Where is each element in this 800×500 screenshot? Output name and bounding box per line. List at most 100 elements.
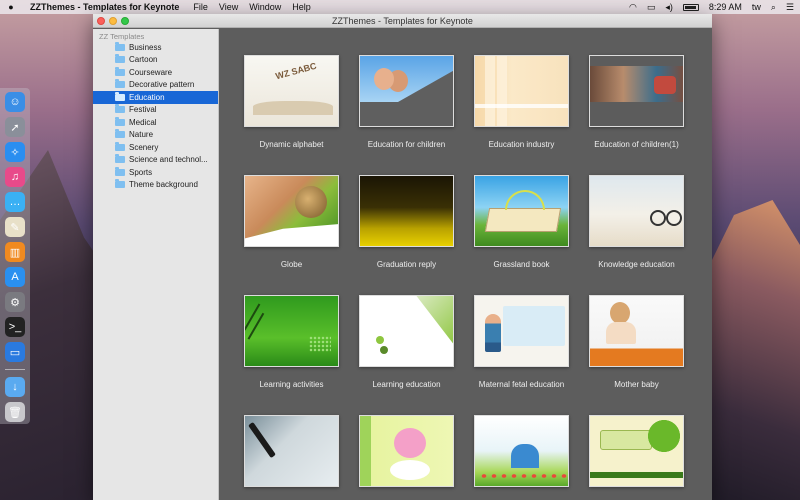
folder-icon bbox=[115, 79, 125, 89]
template-tile[interactable]: Pleasant goat bbox=[349, 403, 464, 500]
template-tile[interactable]: Globe bbox=[234, 163, 349, 273]
template-label: Education of children(1) bbox=[594, 140, 679, 149]
sidebar-item-label: Festival bbox=[129, 105, 157, 115]
template-thumbnail[interactable] bbox=[474, 55, 569, 127]
template-tile[interactable]: Education of children(1) bbox=[579, 43, 694, 153]
dock: ☺ ➚ ✧ ♫ … ✎ ▥ A ⚙ >_ ▭ ↓ 🗑 bbox=[0, 88, 30, 424]
menu-file[interactable]: File bbox=[193, 2, 208, 12]
itunes-icon[interactable]: ♫ bbox=[5, 167, 25, 187]
sidebar-item-cartoon[interactable]: Cartoon bbox=[93, 54, 218, 67]
menu-help[interactable]: Help bbox=[292, 2, 311, 12]
template-thumbnail[interactable] bbox=[244, 415, 339, 487]
window-controls bbox=[97, 17, 129, 25]
template-thumbnail[interactable] bbox=[244, 175, 339, 247]
template-thumbnail[interactable] bbox=[589, 415, 684, 487]
template-tile[interactable]: Reading time bbox=[464, 403, 579, 500]
template-tile[interactable]: Knowledge education bbox=[579, 163, 694, 273]
system-preferences-icon[interactable]: ⚙ bbox=[5, 292, 25, 312]
clock[interactable]: 8:29 AM bbox=[709, 2, 742, 12]
ibooks-icon[interactable]: ▥ bbox=[5, 242, 25, 262]
messages-icon[interactable]: … bbox=[5, 192, 25, 212]
template-label: Mother baby bbox=[614, 380, 659, 389]
sidebar-item-festival[interactable]: Festival bbox=[93, 104, 218, 117]
apple-menu-icon[interactable]: ● bbox=[6, 2, 16, 12]
template-tile[interactable]: Dynamic alphabet bbox=[234, 43, 349, 153]
template-tile[interactable]: Mother baby bbox=[579, 283, 694, 393]
folder-icon bbox=[115, 141, 125, 151]
volume-icon[interactable]: ◂) bbox=[665, 2, 673, 13]
notification-center-icon[interactable]: ☰ bbox=[786, 2, 794, 13]
template-label: Maternal fetal education bbox=[478, 380, 565, 389]
template-thumbnail[interactable] bbox=[474, 175, 569, 247]
sidebar-item-courseware[interactable]: Courseware bbox=[93, 66, 218, 79]
app-menu[interactable]: ZZThemes - Templates for Keynote bbox=[30, 2, 179, 12]
menu-window[interactable]: Window bbox=[249, 2, 281, 12]
template-tile[interactable]: Learning education bbox=[349, 283, 464, 393]
trash-icon[interactable]: 🗑 bbox=[5, 402, 25, 422]
sidebar-item-theme-background[interactable]: Theme background bbox=[93, 179, 218, 192]
template-tile[interactable]: Pen bbox=[234, 403, 349, 500]
template-thumbnail[interactable] bbox=[589, 55, 684, 127]
template-thumbnail[interactable] bbox=[244, 55, 339, 127]
template-tile[interactable]: Graduation reply bbox=[349, 163, 464, 273]
template-label: Knowledge education bbox=[598, 260, 675, 269]
textedit-icon[interactable]: ✎ bbox=[5, 217, 25, 237]
sidebar-item-label: Nature bbox=[129, 130, 154, 140]
close-button[interactable] bbox=[97, 17, 105, 25]
downloads-folder-icon[interactable]: ↓ bbox=[5, 377, 25, 397]
keynote-icon[interactable]: ▭ bbox=[5, 342, 25, 362]
template-label: Learning activities bbox=[259, 380, 324, 389]
sidebar-item-medical[interactable]: Medical bbox=[93, 116, 218, 129]
template-tile[interactable]: Silhouette bbox=[579, 403, 694, 500]
template-grid: Dynamic alphabet Education for children Ed… bbox=[220, 29, 712, 500]
template-thumbnail[interactable] bbox=[589, 175, 684, 247]
menu-view[interactable]: View bbox=[219, 2, 238, 12]
template-thumbnail[interactable] bbox=[359, 175, 454, 247]
status-area: ◠ ▭ ◂) 8:29 AM tw ⌕ ☰ bbox=[629, 2, 794, 13]
template-tile[interactable]: Maternal fetal education bbox=[464, 283, 579, 393]
template-tile[interactable]: Learning activities bbox=[234, 283, 349, 393]
template-label: Education industry bbox=[488, 140, 555, 149]
template-thumbnail[interactable] bbox=[359, 295, 454, 367]
minimize-button[interactable] bbox=[109, 17, 117, 25]
folder-icon bbox=[115, 66, 125, 76]
safari-icon[interactable]: ✧ bbox=[5, 142, 25, 162]
sidebar-item-science-and-technol[interactable]: Science and technol... bbox=[93, 154, 218, 167]
folder-icon bbox=[115, 166, 125, 176]
sidebar-item-label: Business bbox=[129, 42, 162, 52]
launchpad-icon[interactable]: ➚ bbox=[5, 117, 25, 137]
template-thumbnail[interactable] bbox=[474, 295, 569, 367]
sidebar-item-sports[interactable]: Sports bbox=[93, 166, 218, 179]
template-tile[interactable]: Education industry bbox=[464, 43, 579, 153]
airplay-icon[interactable]: ▭ bbox=[647, 2, 656, 13]
template-thumbnail[interactable] bbox=[359, 55, 454, 127]
sidebar-item-education[interactable]: Education bbox=[93, 91, 218, 104]
template-thumbnail[interactable] bbox=[244, 295, 339, 367]
sidebar-item-label: Scenery bbox=[129, 142, 159, 152]
wifi-icon[interactable]: ◠ bbox=[629, 2, 637, 13]
terminal-icon[interactable]: >_ bbox=[5, 317, 25, 337]
sidebar-item-label: Cartoon bbox=[129, 55, 158, 65]
zoom-button[interactable] bbox=[121, 17, 129, 25]
battery-icon[interactable] bbox=[682, 3, 699, 11]
sidebar-item-nature[interactable]: Nature bbox=[93, 129, 218, 142]
sidebar-item-scenery[interactable]: Scenery bbox=[93, 141, 218, 154]
template-tile[interactable]: Education for children bbox=[349, 43, 464, 153]
folder-icon bbox=[115, 129, 125, 139]
folder-icon bbox=[115, 179, 125, 189]
template-thumbnail[interactable] bbox=[589, 295, 684, 367]
sidebar-header: ZZ Templates bbox=[99, 32, 145, 41]
user-menu[interactable]: tw bbox=[752, 2, 761, 12]
finder-icon[interactable]: ☺ bbox=[5, 92, 25, 112]
spotlight-icon[interactable]: ⌕ bbox=[771, 2, 776, 13]
folder-icon bbox=[115, 116, 125, 126]
template-thumbnail[interactable] bbox=[474, 415, 569, 487]
folder-icon bbox=[115, 91, 125, 101]
sidebar-item-business[interactable]: Business bbox=[93, 41, 218, 54]
template-label: Learning education bbox=[372, 380, 441, 389]
folder-icon bbox=[115, 41, 125, 51]
sidebar-item-decorative-pattern[interactable]: Decorative pattern bbox=[93, 79, 218, 92]
template-thumbnail[interactable] bbox=[359, 415, 454, 487]
app-store-icon[interactable]: A bbox=[5, 267, 25, 287]
template-tile[interactable]: Grassland book bbox=[464, 163, 579, 273]
